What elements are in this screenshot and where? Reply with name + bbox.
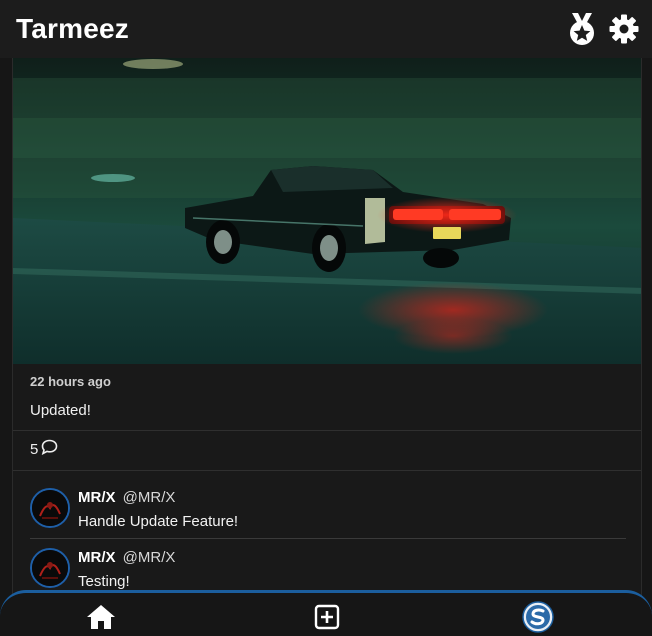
avatar[interactable] [30,488,70,528]
post-body-text: Updated! [30,402,91,419]
post-divider [13,430,641,431]
bottom-navigation [0,590,652,636]
top-bar: Tarmeez [0,0,652,58]
comment-author-name[interactable]: MR/X [78,549,116,566]
comment-count-button[interactable]: 5 [30,439,58,459]
post-card[interactable]: 22 hours ago Updated! 5 MR/X @MR/X Handl… [12,58,642,598]
app-title[interactable]: Tarmeez [16,13,129,45]
comment-text: Testing! [78,573,130,590]
comment-count: 5 [30,440,39,458]
comment-header: MR/X @MR/X [78,549,175,566]
profile-avatar-icon[interactable] [518,600,558,634]
comment-text: Handle Update Feature! [78,513,239,530]
comment-header: MR/X @MR/X [78,489,175,506]
post-image[interactable] [13,58,642,364]
comment-separator [30,538,626,539]
gear-icon[interactable] [608,12,640,46]
comment-author-handle[interactable]: @MR/X [123,489,176,506]
comment-author-handle[interactable]: @MR/X [123,549,176,566]
comment-item: MR/X @MR/X Handle Update Feature! [30,488,626,544]
medal-star-icon[interactable] [566,12,598,46]
post-timestamp: 22 hours ago [30,374,111,389]
add-post-icon[interactable] [307,600,347,634]
avatar[interactable] [30,548,70,588]
app-root: Tarmeez 22 hours ago Updated! 5 MR/X @MR… [0,0,652,636]
comment-author-name[interactable]: MR/X [78,489,116,506]
chat-bubble-icon [41,439,58,459]
top-actions [566,12,640,46]
home-icon[interactable] [81,600,121,634]
comments-divider [13,470,641,471]
